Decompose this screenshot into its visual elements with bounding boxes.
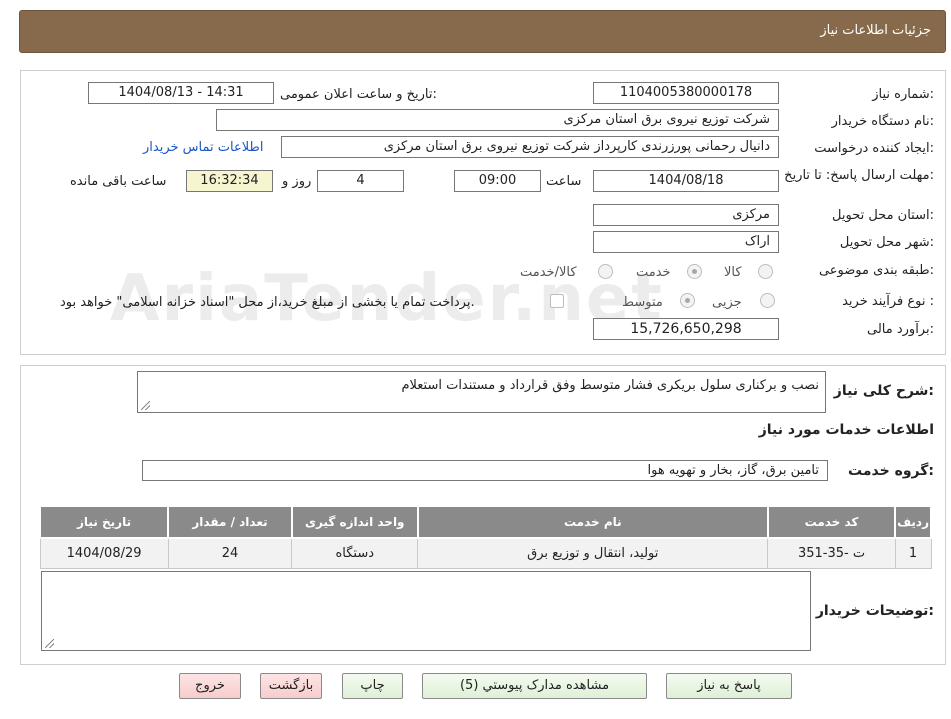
description-textarea[interactable]: نصب و برکناری سلول بریکری فشار متوسط وفق… <box>137 371 826 413</box>
days-field: 4 <box>317 170 404 192</box>
cell-unit: دستگاه <box>291 537 419 569</box>
need-number-label: شماره نیاز: <box>872 87 934 102</box>
city-field: اراک <box>593 231 779 253</box>
cell-name: تولید، انتقال و توزیع برق <box>417 537 769 569</box>
print-button[interactable]: چاپ <box>342 673 403 699</box>
process-partial-radio[interactable] <box>760 293 775 308</box>
category-label: طبقه بندی موضوعی: <box>818 263 934 278</box>
cell-qty: 24 <box>167 537 293 569</box>
service-group-label: گروه خدمت: <box>848 463 934 479</box>
exit-button[interactable]: خروج <box>179 673 241 699</box>
budget-field: 15,726,650,298 <box>593 318 779 340</box>
col-date-header: تاریخ نیاز <box>38 505 170 539</box>
category-goods-label: کالا <box>724 265 742 280</box>
budget-label: برآورد مالی: <box>867 322 934 337</box>
view-attachments-button[interactable]: مشاهده مدارک پیوستي (5) <box>422 673 647 699</box>
cell-code: ت -35-351 <box>767 537 896 569</box>
deadline-label: مهلت ارسال پاسخ: تا تاریخ: <box>784 168 934 183</box>
deadline-date-field: 1404/08/18 <box>593 170 779 192</box>
category-service-radio[interactable] <box>687 264 702 279</box>
table-row[interactable]: 1 ت -35-351 تولید، انتقال و توزیع برق دس… <box>39 537 932 569</box>
back-button[interactable]: بازگشت <box>260 673 322 699</box>
col-row-header: ردیف <box>894 505 932 539</box>
page-title: جزئیات اطلاعات نیاز <box>820 23 931 38</box>
remaining-label: ساعت باقی مانده <box>70 174 167 189</box>
service-group-field: تامین برق، گاز، بخار و تهویه هوا <box>142 460 828 481</box>
announce-date-label: تاریخ و ساعت اعلان عمومی: <box>280 87 437 102</box>
buyer-notes-textarea[interactable] <box>41 571 811 651</box>
deadline-time-label: ساعت <box>546 174 582 189</box>
cell-row: 1 <box>894 537 932 569</box>
table-header-row: ردیف کد خدمت نام خدمت واحد اندازه گیری ت… <box>38 505 932 539</box>
province-field: مرکزی <box>593 204 779 226</box>
col-qty-header: تعداد / مقدار <box>167 505 293 539</box>
resize-grip-icon[interactable] <box>45 639 54 648</box>
buyer-org-field: شرکت توزیع نیروی برق استان مرکزی <box>216 109 779 131</box>
services-table: ردیف کد خدمت نام خدمت واحد اندازه گیری ت… <box>38 505 932 569</box>
buyer-notes-label: توضیحات خریدار: <box>815 603 934 619</box>
announce-date-field: 1404/08/13 - 14:31 <box>88 82 274 104</box>
process-medium-radio[interactable] <box>680 293 695 308</box>
treasury-payment-checkbox[interactable] <box>550 294 564 308</box>
col-code-header: کد خدمت <box>766 505 897 539</box>
deadline-time-field: 09:00 <box>454 170 541 192</box>
description-label: شرح کلی نیاز: <box>833 383 934 399</box>
city-label: شهر محل تحویل: <box>839 235 934 250</box>
buyer-contact-link[interactable]: اطلاعات تماس خریدار <box>143 140 263 155</box>
remaining-time-field: 16:32:34 <box>186 170 273 192</box>
reply-button[interactable]: پاسخ به نیاز <box>666 673 792 699</box>
page-header: جزئیات اطلاعات نیاز <box>19 10 946 53</box>
category-goods-service-label: کالا/خدمت <box>520 265 577 280</box>
process-partial-label: جزیی <box>712 295 742 310</box>
process-medium-label: متوسط <box>622 295 663 310</box>
resize-grip-icon[interactable] <box>141 401 150 410</box>
description-text: نصب و برکناری سلول بریکری فشار متوسط وفق… <box>401 378 819 393</box>
col-name-header: نام خدمت <box>416 505 769 539</box>
category-goods-radio[interactable] <box>758 264 773 279</box>
category-service-label: خدمت <box>636 265 671 280</box>
creator-label: ایجاد کننده درخواست: <box>814 141 934 156</box>
buyer-org-label: نام دستگاه خریدار: <box>831 114 934 129</box>
col-unit-header: واحد اندازه گیری <box>290 505 419 539</box>
need-number-field: 1104005380000178 <box>593 82 779 104</box>
services-section-title: اطلاعات خدمات مورد نیاز <box>758 422 934 438</box>
process-type-label: نوع فرآیند خرید : <box>842 294 934 309</box>
province-label: استان محل تحویل: <box>832 208 934 223</box>
category-goods-service-radio[interactable] <box>598 264 613 279</box>
treasury-payment-note: پرداخت تمام یا بخشی از مبلغ خرید،از محل … <box>60 295 475 310</box>
cell-date: 1404/08/29 <box>39 537 169 569</box>
creator-field: دانیال رحمانی پورزرندی کارپرداز شرکت توز… <box>281 136 779 158</box>
days-label: روز و <box>282 174 312 189</box>
